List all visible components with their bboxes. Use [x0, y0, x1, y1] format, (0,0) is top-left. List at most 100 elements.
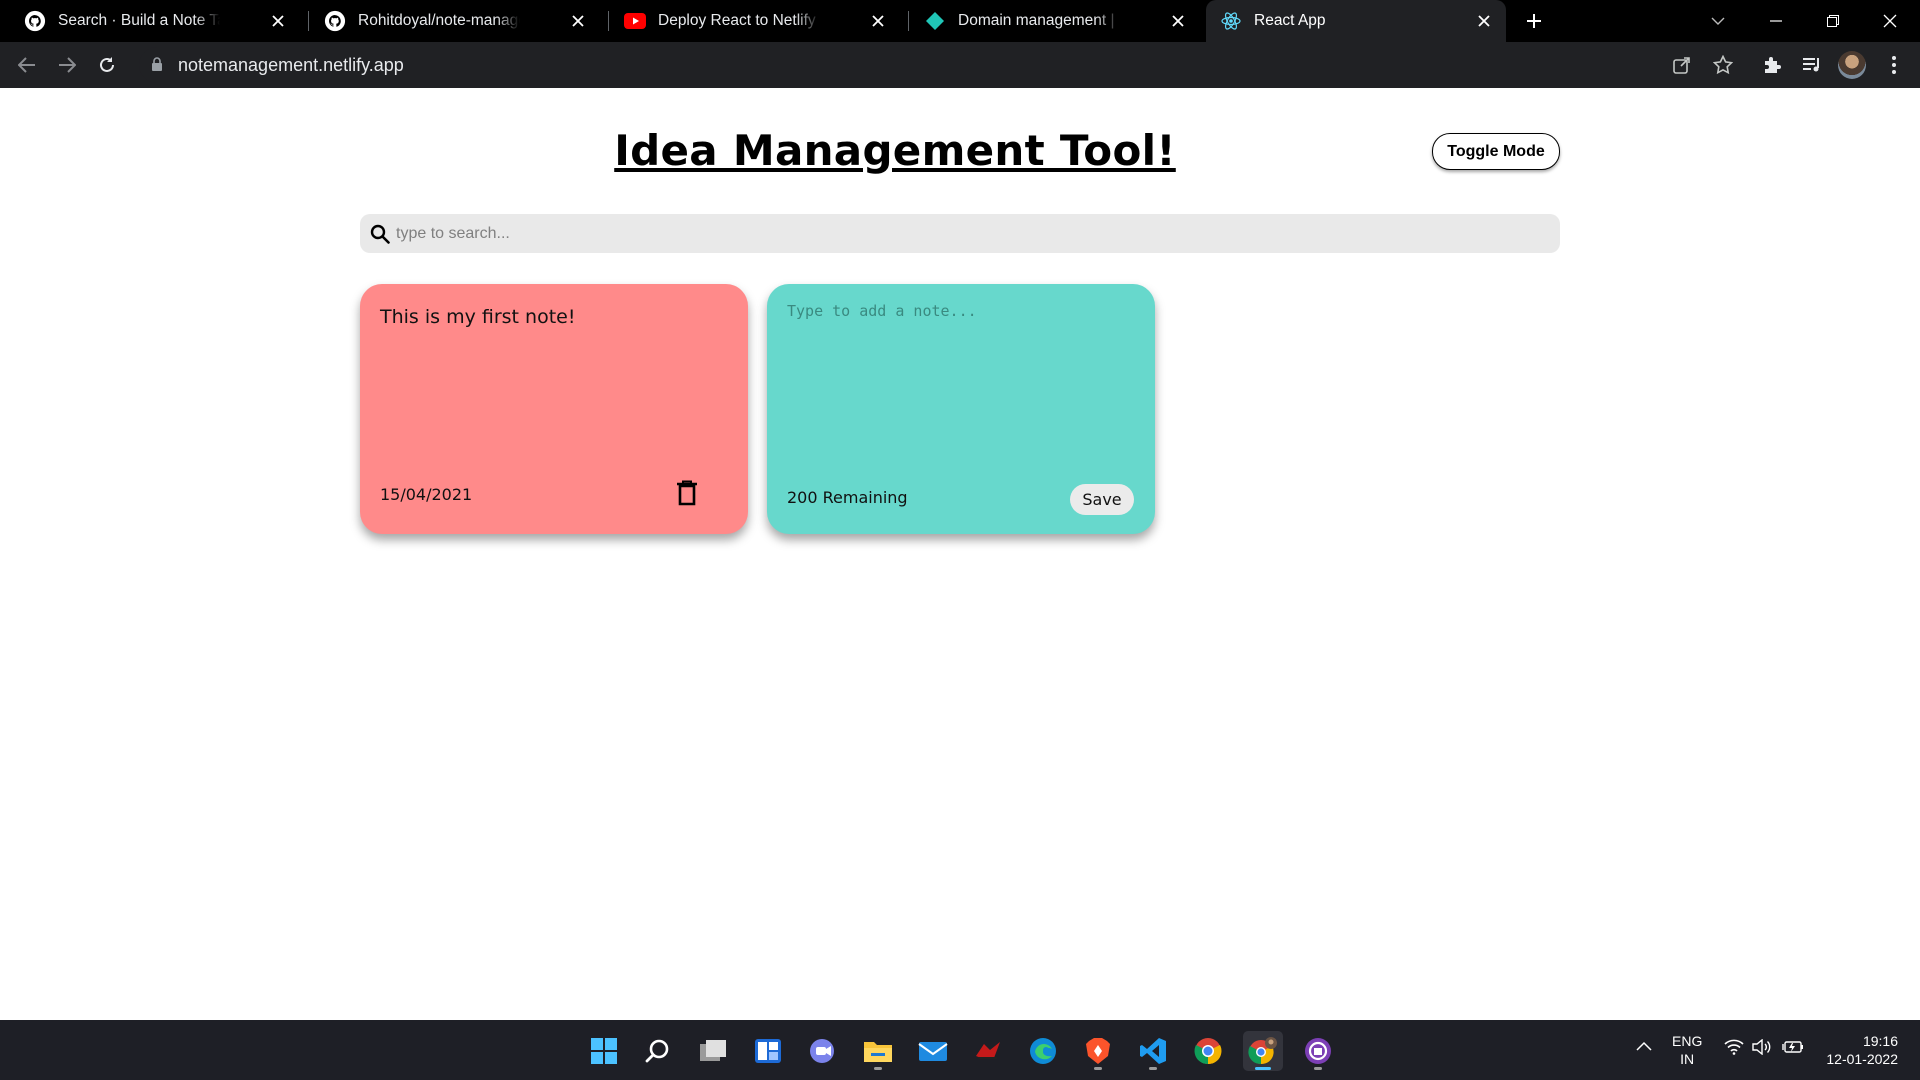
- arrow-right-icon: [59, 57, 76, 73]
- minimize-icon: [1770, 20, 1782, 22]
- running-indicator: [1314, 1067, 1322, 1070]
- youtube-icon: [624, 10, 646, 32]
- region-code: IN: [1680, 1051, 1695, 1067]
- search-input[interactable]: [396, 224, 1496, 243]
- close-icon[interactable]: [868, 11, 888, 31]
- delete-note-button[interactable]: [676, 480, 698, 506]
- edge-button[interactable]: [1023, 1031, 1063, 1071]
- brave-icon: [1086, 1038, 1110, 1064]
- mail-button[interactable]: [913, 1031, 953, 1071]
- back-button[interactable]: [13, 51, 41, 79]
- trash-icon: [677, 480, 697, 506]
- vscode-button[interactable]: [1133, 1031, 1173, 1071]
- note-date: 15/04/2021: [380, 485, 473, 504]
- star-icon: [1713, 55, 1733, 75]
- address-bar[interactable]: notemanagement.netlify.app: [139, 47, 1766, 83]
- tab-title: Search · Build a Note Taking App: [58, 12, 220, 29]
- language-indicator[interactable]: ENG IN: [1672, 1032, 1702, 1068]
- lock-icon: [151, 57, 163, 77]
- kebab-menu-icon: [1892, 56, 1896, 74]
- reload-button[interactable]: [93, 51, 121, 79]
- note-text: This is my first note!: [380, 306, 576, 328]
- chevron-down-icon: [1711, 17, 1725, 25]
- taskbar: ENG IN 19:16 12-01-2022: [0, 1020, 1920, 1080]
- mail-icon: [918, 1042, 948, 1061]
- game-button[interactable]: [968, 1031, 1008, 1071]
- chrome-profile-icon: [1248, 1037, 1277, 1065]
- running-indicator: [1255, 1067, 1271, 1070]
- add-note-card: 200 Remaining Save: [767, 284, 1155, 534]
- chrome-icon: [1194, 1038, 1222, 1065]
- new-tab-button[interactable]: [1522, 9, 1546, 33]
- battery-icon[interactable]: [1782, 1039, 1804, 1058]
- file-explorer-icon: [864, 1042, 892, 1062]
- restore-button[interactable]: [1805, 0, 1861, 42]
- tab-github-repo[interactable]: Rohitdoyal/note-management-app: [300, 0, 600, 42]
- system-clock[interactable]: 19:16 12-01-2022: [1818, 1032, 1898, 1068]
- brave-button[interactable]: [1078, 1031, 1118, 1071]
- wifi-icon[interactable]: [1724, 1039, 1744, 1058]
- game-icon: [976, 1042, 1000, 1059]
- share-button[interactable]: [1670, 53, 1694, 77]
- tab-title: Domain management | Site settings: [958, 12, 1120, 29]
- close-window-button[interactable]: [1862, 0, 1918, 42]
- github-desktop-button[interactable]: [1298, 1031, 1338, 1071]
- restore-icon: [1827, 15, 1839, 27]
- taskbar-search-button[interactable]: [638, 1031, 678, 1071]
- profile-avatar[interactable]: [1838, 51, 1866, 79]
- netlify-icon: [924, 10, 946, 32]
- teams-chat-button[interactable]: [803, 1031, 843, 1071]
- forward-button[interactable]: [53, 51, 81, 79]
- toggle-mode-button[interactable]: Toggle Mode: [1432, 133, 1560, 170]
- tab-title: Rohitdoyal/note-management-app: [358, 12, 520, 29]
- task-view-button[interactable]: [693, 1031, 733, 1071]
- save-button[interactable]: Save: [1070, 484, 1134, 515]
- new-note-textarea[interactable]: [787, 302, 1132, 452]
- puzzle-icon: [1765, 57, 1781, 73]
- media-control-button[interactable]: [1800, 53, 1824, 77]
- github-desktop-icon: [1305, 1038, 1331, 1064]
- running-indicator: [1094, 1067, 1102, 1070]
- running-indicator: [1149, 1067, 1157, 1070]
- language-code: ENG: [1672, 1033, 1703, 1049]
- close-icon[interactable]: [1168, 11, 1188, 31]
- characters-remaining: 200 Remaining: [787, 488, 908, 507]
- tab-youtube[interactable]: Deploy React to Netlify in less than: [600, 0, 900, 42]
- widgets-button[interactable]: [748, 1031, 788, 1071]
- volume-icon[interactable]: [1752, 1038, 1772, 1058]
- edge-icon: [1030, 1038, 1056, 1064]
- chrome-button[interactable]: [1188, 1031, 1228, 1071]
- tab-search-button[interactable]: [1690, 0, 1746, 42]
- close-icon[interactable]: [1474, 11, 1494, 31]
- page-title: Idea Management Tool!: [614, 126, 1176, 175]
- close-icon[interactable]: [568, 11, 588, 31]
- clock-date: 12-01-2022: [1826, 1051, 1898, 1067]
- file-explorer-button[interactable]: [858, 1031, 898, 1071]
- plus-icon: [1527, 14, 1541, 28]
- search-bar: [360, 214, 1560, 253]
- chrome-profile-button[interactable]: [1243, 1031, 1283, 1071]
- tab-title: Deploy React to Netlify in less than: [658, 12, 820, 29]
- clock-time: 19:16: [1862, 1033, 1898, 1049]
- start-icon: [591, 1038, 617, 1064]
- tab-netlify[interactable]: Domain management | Site settings: [900, 0, 1200, 42]
- close-icon: [1883, 14, 1897, 28]
- chevron-up-icon: [1636, 1041, 1652, 1051]
- url-text: notemanagement.netlify.app: [178, 55, 404, 75]
- close-icon[interactable]: [268, 11, 288, 31]
- tab-strip: Search · Build a Note Taking App Rohitdo…: [0, 0, 1920, 42]
- page-content: Idea Management Tool! Toggle Mode This i…: [0, 88, 1920, 1020]
- tab-github-search[interactable]: Search · Build a Note Taking App: [0, 0, 300, 42]
- github-icon: [24, 10, 46, 32]
- tab-react-app[interactable]: React App: [1206, 0, 1506, 42]
- github-icon: [324, 10, 346, 32]
- note-card: This is my first note! 15/04/2021: [360, 284, 748, 534]
- extensions-button[interactable]: [1760, 53, 1784, 77]
- running-indicator: [874, 1067, 882, 1070]
- menu-button[interactable]: [1882, 53, 1906, 77]
- bookmark-button[interactable]: [1711, 53, 1735, 77]
- minimize-button[interactable]: [1748, 0, 1804, 42]
- start-button[interactable]: [584, 1031, 624, 1071]
- teams-chat-icon: [810, 1039, 834, 1063]
- show-hidden-icons-button[interactable]: [1636, 1038, 1652, 1054]
